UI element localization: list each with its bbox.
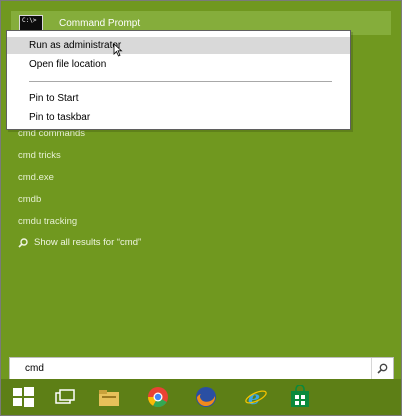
show-all-results-link[interactable]: Show all results for “cmd” — [18, 237, 141, 248]
command-prompt-icon — [19, 15, 43, 31]
file-explorer-icon[interactable] — [97, 385, 121, 409]
menu-separator — [29, 81, 332, 82]
search-icon — [377, 363, 388, 374]
search-button[interactable] — [371, 358, 393, 379]
task-view-icon[interactable] — [53, 385, 77, 409]
start-menu-window: Command Prompt cmd commands cmd tricks c… — [0, 0, 402, 416]
suggestion-item[interactable]: cmdu tracking — [18, 216, 77, 227]
menu-open-file-location[interactable]: Open file location — [7, 56, 350, 73]
suggestion-item[interactable]: cmd.exe — [18, 172, 54, 183]
show-all-label: Show all results for “cmd” — [34, 237, 142, 248]
firefox-icon[interactable] — [194, 385, 218, 409]
suggestion-item[interactable]: cmd tricks — [18, 150, 61, 161]
store-icon[interactable] — [288, 385, 312, 409]
search-icon — [18, 237, 28, 248]
chrome-icon[interactable] — [146, 385, 170, 409]
menu-run-as-admin[interactable]: Run as administrator — [7, 37, 350, 54]
context-menu: Run as administrator Open file location … — [6, 30, 351, 130]
search-results-panel: Command Prompt cmd commands cmd tricks c… — [1, 1, 401, 380]
search-input[interactable] — [23, 362, 367, 375]
internet-explorer-icon[interactable]: e — [244, 385, 268, 409]
windows-start-icon[interactable] — [11, 385, 35, 409]
menu-pin-to-start[interactable]: Pin to Start — [7, 90, 350, 107]
search-box[interactable] — [9, 357, 394, 380]
svg-text:e: e — [248, 387, 260, 409]
taskbar: e — [1, 379, 401, 415]
menu-pin-to-taskbar[interactable]: Pin to taskbar — [7, 109, 350, 126]
result-label: Command Prompt — [59, 17, 141, 29]
suggestion-item[interactable]: cmdb — [18, 194, 41, 205]
mouse-cursor-icon — [113, 43, 123, 57]
